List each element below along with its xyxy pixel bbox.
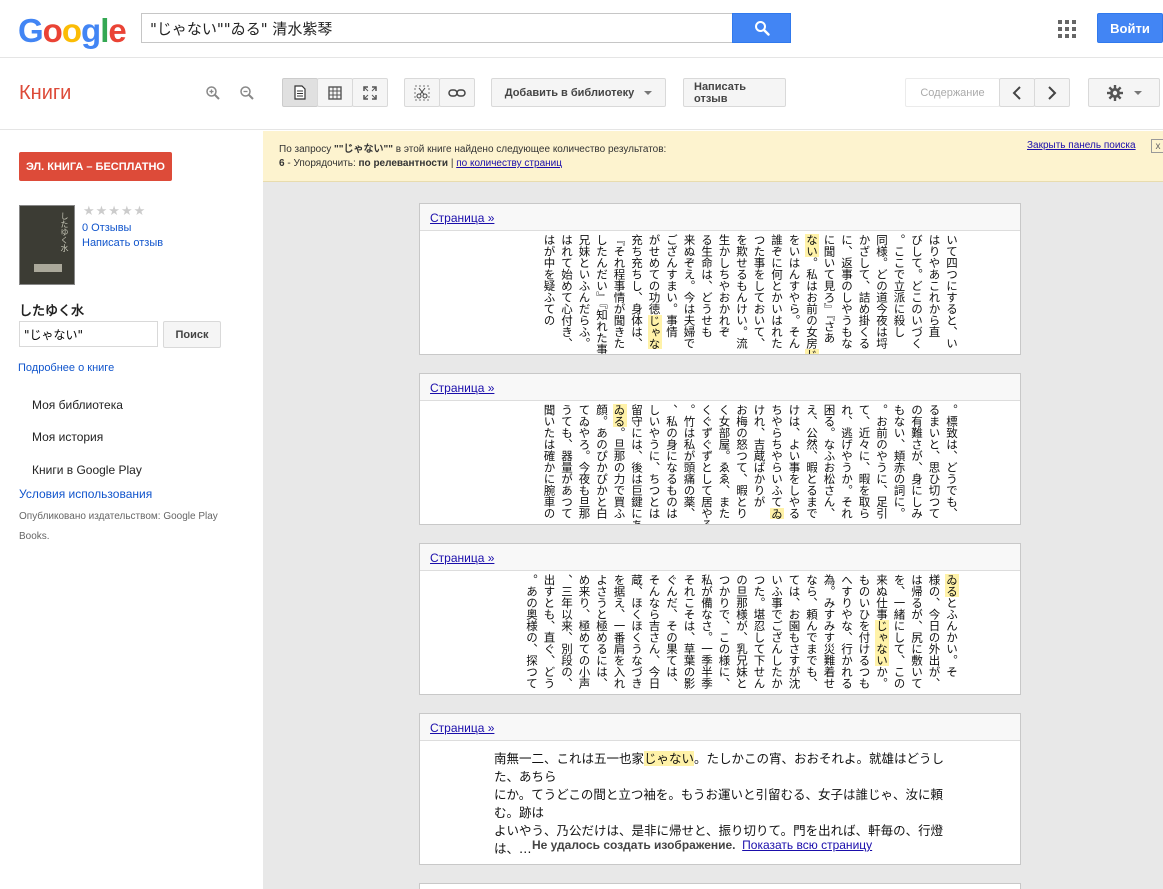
search-hit-highlight: ゐる (612, 404, 627, 427)
zoom-in-button[interactable] (198, 78, 228, 107)
free-ebook-button[interactable]: ЭЛ. КНИГА – БЕСПЛАТНО (19, 152, 172, 181)
page-snippet-image[interactable]: 。標致は、どうでも、 るまいと、思ひ切つて の有難さが、身にしみ もない、頬赤の詞に。… (420, 402, 1020, 524)
notice-query: ""じゃない"" (334, 144, 393, 155)
add-to-library-button[interactable]: Добавить в библиотеку (491, 78, 666, 107)
zoom-out-icon (240, 85, 254, 100)
search-button[interactable] (732, 13, 791, 43)
search-result: Страница » 。標致は、どうでも、 るまいと、思ひ切つて の有難さが、身にし… (419, 373, 1021, 525)
books-toolbar: Книги Добавить в библиотеку Написать отз… (0, 58, 1163, 130)
search-in-book-button[interactable]: Поиск (163, 321, 221, 348)
page-link[interactable]: Страница » (430, 721, 494, 735)
page-link[interactable]: Страница » (430, 381, 494, 395)
logo-letter: o (42, 12, 63, 49)
zoom-in-icon (206, 85, 220, 100)
grid-icon (328, 85, 342, 100)
search-hit-highlight: ゐ (770, 507, 784, 519)
section-title[interactable]: Книги (19, 82, 71, 105)
search-hit-highlight: じゃな (647, 314, 662, 349)
more-about-book-link[interactable]: Подробнее о книге (18, 362, 114, 374)
snippet-text: 。標致は、どうでも、 るまいと、思ひ切つて の有難さが、身にしみ もない、頬赤の詞に。… (542, 404, 959, 524)
snippet-text: いて四つにすると、い はりやあこれから直 びして。どこのいづく 。ここで立派に殺し 同様… (540, 234, 960, 354)
search-result: Страница » 南無一二、これは五一也家じゃない。たしかこの宵、おおそれよ… (419, 713, 1021, 865)
terms-link[interactable]: Условия использования (19, 487, 152, 501)
logo-letter: o (61, 12, 82, 49)
next-page-button[interactable] (1034, 78, 1070, 107)
apps-grid-icon[interactable] (1058, 20, 1076, 38)
top-bar: Google Войти (0, 0, 1163, 58)
search-hit-highlight: ゐる (945, 574, 959, 597)
page-snippet-image[interactable]: いて四つにすると、い はりやあこれから直 びして。どこのいづく 。ここで立派に殺し 同様… (420, 232, 1020, 354)
clip-button[interactable] (404, 78, 440, 107)
logo-letter: e (108, 12, 126, 49)
logo-letter: l (100, 12, 109, 49)
notice-line: По запросу ""じゃない"" в этой книге найдено… (279, 140, 666, 155)
search-hit-highlight: ない (805, 234, 819, 257)
page-link[interactable]: Страница » (430, 551, 494, 565)
chevron-down-icon (644, 90, 653, 95)
write-review-button[interactable]: Написать отзыв (683, 78, 786, 107)
snippet-line: にか。てうどこの間と立つ袖を。もうお運いと引留むる、女子は誰じゃ、汝に頼む。跡は (494, 787, 944, 820)
cover-title: したゆく水 (60, 212, 69, 252)
link-button[interactable] (439, 78, 475, 107)
sidebar: ЭЛ. КНИГА – БЕСПЛАТНО したゆく水 ★★★★★ 0 Отзы… (0, 131, 263, 889)
prev-page-button[interactable] (999, 78, 1035, 107)
image-failed-message: Не удалось создать изображение. (532, 838, 736, 852)
notice-suffix: в этой книге найдено следующее количеств… (392, 144, 667, 155)
sort-prefix: - Упорядочить: (284, 158, 359, 169)
sidebar-write-review-link[interactable]: Написать отзыв (82, 237, 163, 249)
close-icon[interactable]: x (1151, 139, 1163, 153)
fullscreen-icon (363, 85, 377, 100)
search-hit-highlight: じゃない (644, 751, 695, 766)
sidebar-item-my-library[interactable]: Моя библиотека (32, 398, 123, 412)
reviews-link[interactable]: 0 Отзывы (82, 222, 131, 234)
contents-button[interactable]: Содержание (905, 78, 1000, 107)
chevron-left-icon (1012, 85, 1021, 100)
cover-label-strip (34, 264, 62, 272)
gear-icon (1107, 84, 1123, 101)
sort-relevance: по релевантности (358, 158, 449, 169)
scissors-icon (414, 85, 430, 100)
settings-button[interactable] (1088, 78, 1160, 107)
book-cover[interactable]: したゆく水 (19, 205, 75, 285)
sidebar-item-my-history[interactable]: Моя история (32, 430, 103, 444)
logo-letter: G (18, 12, 44, 49)
login-button[interactable]: Войти (1097, 13, 1163, 43)
fullscreen-button[interactable] (352, 78, 388, 107)
single-page-icon (294, 85, 306, 100)
search-in-book-input[interactable] (19, 321, 158, 347)
google-logo[interactable]: Google (18, 12, 127, 50)
search-result: Страница » ゐるとふんかい。そ 様の、今日の外出が、 は帰るが、尻に敷いて… (419, 543, 1021, 695)
snippet-text: ゐるとふんかい。そ 様の、今日の外出が、 は帰るが、尻に敷いて を、一緒にして、この来… (525, 574, 959, 689)
sort-separator: | (448, 158, 457, 169)
search-result: Страница » いて四つにすると、い はりやあこれから直 びして。どこのいづく… (419, 203, 1021, 355)
show-full-page-link[interactable]: Показать всю страницу (742, 838, 872, 852)
sidebar-item-google-play[interactable]: Книги в Google Play (32, 463, 142, 477)
page-link[interactable]: Страница » (430, 211, 494, 225)
add-to-library-label: Добавить в библиотеку (504, 86, 635, 99)
chevron-right-icon (1048, 85, 1057, 100)
search-result (419, 883, 1021, 889)
search-input[interactable] (141, 13, 732, 43)
zoom-out-button[interactable] (232, 78, 262, 107)
page-snippet-image[interactable]: ゐるとふんかい。そ 様の、今日の外出が、 は帰るが、尻に敷いて を、一緒にして、この来… (420, 572, 1020, 694)
sort-by-pages-link[interactable]: по количеству страниц (456, 158, 562, 169)
search-hit-highlight: じゃ (805, 349, 819, 354)
publisher-info: Опубликовано издательством: Google Play … (19, 511, 218, 542)
sort-line: 6 - Упорядочить: по релевантности | по к… (279, 158, 562, 169)
close-search-panel-link[interactable]: Закрыть панель поиска (1027, 140, 1136, 151)
search-hit-highlight: じゃない (875, 620, 889, 666)
logo-letter: g (81, 12, 101, 49)
notice-prefix: По запросу (279, 144, 334, 155)
book-title: したゆく水 (19, 303, 85, 318)
rating-stars: ★★★★★ (83, 203, 147, 218)
search-notice: По запросу ""じゃない"" в этой книге найдено… (263, 131, 1163, 182)
thumbnail-view-button[interactable] (317, 78, 353, 107)
link-icon (448, 88, 466, 97)
search-icon (754, 21, 770, 36)
chevron-down-icon (1134, 90, 1142, 95)
search-results-panel: По запросу ""じゃない"" в этой книге найдено… (263, 131, 1163, 889)
snippet-line: 南無一二、これは五一也家じゃない。たしかこの宵、おおそれよ。就雄はどうした、あち… (494, 751, 945, 784)
image-failed-notice: Не удалось создать изображение. Показать… (532, 838, 873, 852)
single-page-view-button[interactable] (282, 78, 318, 107)
